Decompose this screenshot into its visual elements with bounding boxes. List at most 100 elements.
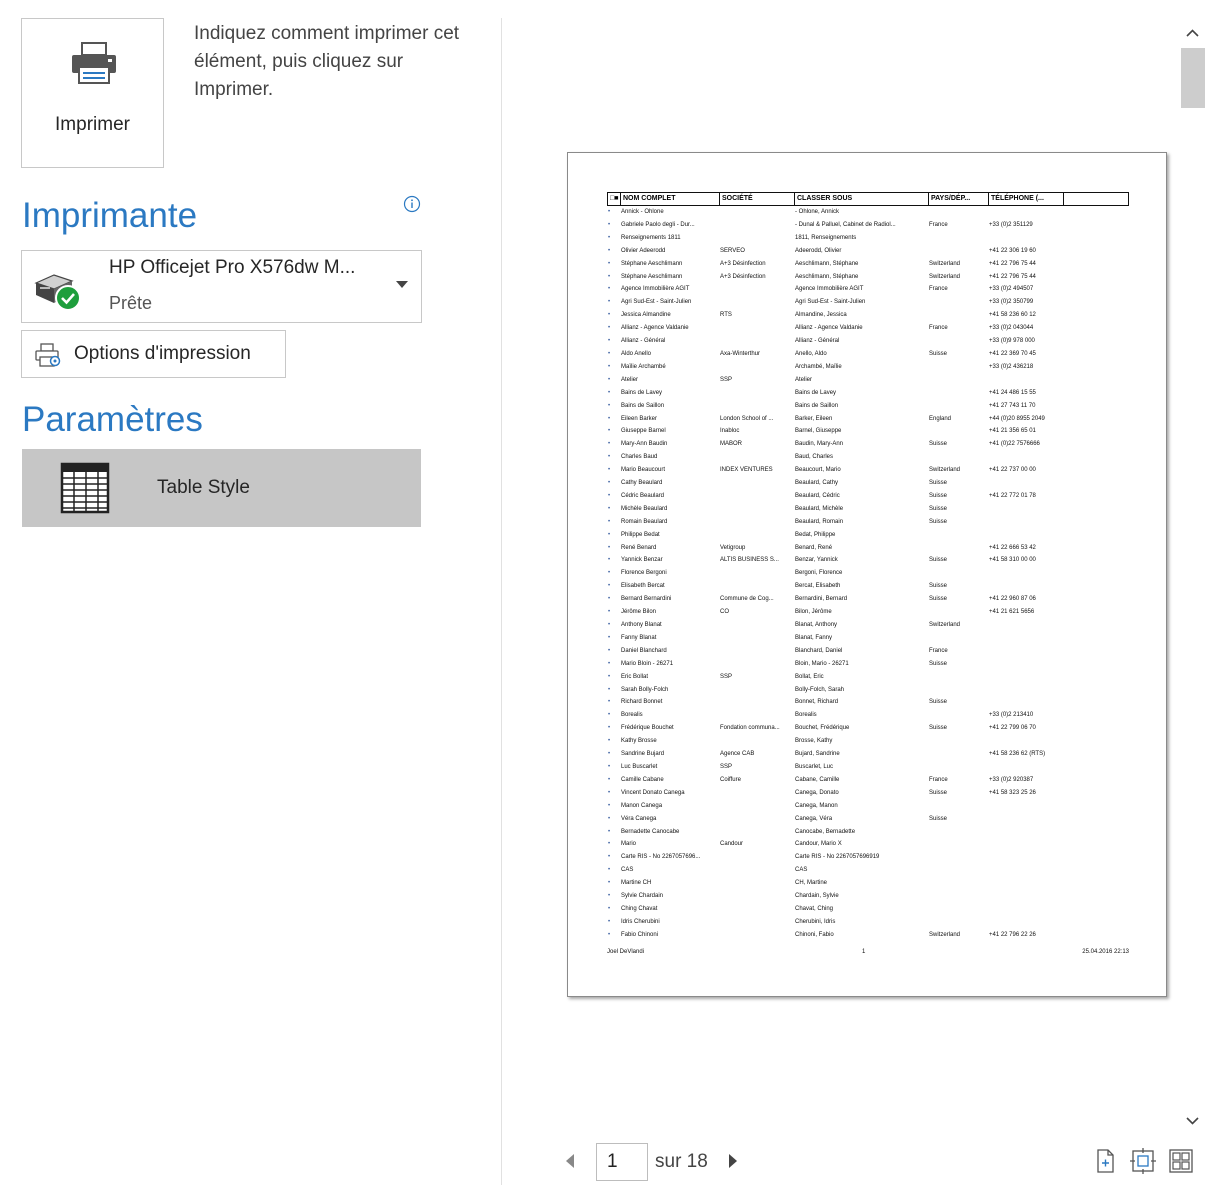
contact-marker-icon: • bbox=[608, 415, 611, 422]
preview-row: • Fabio Chinoni Chinoni, Fabio Switzerland +… bbox=[607, 929, 1129, 942]
cell-name: Carte RIS - No 2267057696... bbox=[621, 854, 701, 861]
contact-marker-icon: • bbox=[608, 531, 611, 538]
cell-file-as: Agri Sud-Est - Saint-Julien bbox=[795, 299, 866, 306]
cell-name: Anthony Blanat bbox=[621, 622, 662, 628]
preview-row: • Sarah Bolly-Folch Bolly-Folch, Sarah bbox=[607, 684, 1129, 697]
cell-file-as: Adeerodd, Olivier bbox=[795, 247, 842, 254]
cell-country: France bbox=[929, 776, 948, 783]
table-style-label: Table Style bbox=[157, 477, 250, 498]
cell-phone: +41 58 323 25 26 bbox=[989, 789, 1036, 796]
cell-phone: +41 27 743 11 70 bbox=[989, 402, 1036, 409]
multiple-pages-icon[interactable] bbox=[1168, 1148, 1194, 1174]
cell-file-as: Chinoni, Fabio bbox=[795, 931, 834, 938]
contact-marker-icon: • bbox=[608, 893, 611, 900]
cell-file-as: Bergoni, Florence bbox=[795, 570, 843, 577]
cell-file-as: Bedat, Philippe bbox=[795, 531, 836, 538]
preview-row: • Romain Beaulard Beaulard, Romain Suisse bbox=[607, 516, 1129, 529]
cell-phone: +41 22 796 22 26 bbox=[989, 931, 1036, 938]
cell-name: Charles Baud bbox=[621, 454, 658, 461]
print-options-button[interactable]: Options d'impression bbox=[21, 330, 286, 378]
preview-row: • Allianz - Agence Valdanie Allianz - Agen… bbox=[607, 322, 1129, 335]
cell-file-as: Barker, Eileen bbox=[795, 415, 833, 422]
page-number-input[interactable] bbox=[596, 1143, 648, 1181]
cell-country: France bbox=[929, 647, 948, 654]
header-col-phone: TÉLÉPHONE (... bbox=[988, 193, 1064, 205]
footer-author: Joel DeVlandi bbox=[607, 949, 645, 955]
cell-name: Fabio Chinoni bbox=[621, 931, 659, 938]
cell-file-as: Anello, Aldo bbox=[795, 350, 827, 357]
cell-company: INDEX VENTURES bbox=[720, 467, 773, 474]
cell-phone: +41 (0)22 7576666 bbox=[989, 441, 1040, 448]
cell-company: MABOR bbox=[720, 441, 743, 448]
cell-country: France bbox=[929, 325, 948, 332]
contact-marker-icon: • bbox=[608, 557, 611, 564]
cell-phone: +41 22 796 75 44 bbox=[989, 260, 1036, 267]
actual-size-icon[interactable] bbox=[1092, 1148, 1118, 1174]
printer-status: Prête bbox=[109, 293, 153, 313]
preview-row: • Allianz - Général Allianz - Général +33 (… bbox=[607, 335, 1129, 348]
cell-name: Stéphane Aeschlimann bbox=[621, 273, 683, 280]
preview-row: • Borealis Borealis +33 (0)2 213410 bbox=[607, 709, 1129, 722]
header-col-company: SOCIÉTÉ bbox=[719, 193, 794, 205]
previous-page-icon[interactable] bbox=[566, 1154, 574, 1168]
contact-marker-icon: • bbox=[608, 570, 611, 577]
cell-company: Fondation communa... bbox=[720, 725, 780, 732]
cell-company: Candour bbox=[720, 841, 744, 848]
info-icon[interactable] bbox=[403, 195, 421, 213]
cell-phone: +41 22 306 19 60 bbox=[989, 247, 1036, 254]
cell-name: Mario Beaucourt bbox=[621, 467, 666, 474]
scroll-up-icon[interactable] bbox=[1177, 18, 1208, 48]
scroll-thumb[interactable] bbox=[1181, 48, 1205, 108]
contact-marker-icon: • bbox=[608, 609, 611, 616]
print-button-label: Imprimer bbox=[55, 114, 130, 135]
cell-file-as: 1811, Renseignements bbox=[795, 234, 857, 241]
cell-name: Allianz - Général bbox=[621, 338, 666, 345]
cell-file-as: Baudin, Mary-Ann bbox=[795, 441, 844, 448]
cell-country: Switzerland bbox=[929, 260, 961, 267]
preview-row: • Bains de Lavey Bains de Lavey +41 24 486 … bbox=[607, 387, 1129, 400]
cell-file-as: Bloin, Mario - 26271 bbox=[795, 660, 849, 667]
cell-file-as: Chavat, Ching bbox=[795, 905, 834, 912]
preview-row: • Giuseppe Barnel Inabloc Barnel, Giuseppe +… bbox=[607, 425, 1129, 438]
cell-name: Bernard Bernardini bbox=[621, 596, 672, 603]
cell-country: Suisse bbox=[929, 350, 948, 357]
next-page-icon[interactable] bbox=[729, 1154, 737, 1168]
header-col-file-as: CLASSER SOUS bbox=[794, 193, 928, 205]
scroll-down-icon[interactable] bbox=[1177, 1106, 1208, 1136]
preview-scrollbar[interactable] bbox=[1177, 18, 1208, 1136]
contact-marker-icon: • bbox=[608, 622, 611, 628]
print-button[interactable]: Imprimer bbox=[21, 18, 164, 168]
cell-file-as: Baud, Charles bbox=[795, 454, 834, 461]
cell-phone: +33 (0)2 350799 bbox=[989, 299, 1034, 306]
preview-row: • Sandrine Bujard Agence CAB Bujard, Sandri… bbox=[607, 748, 1129, 761]
cell-phone: +41 22 369 70 45 bbox=[989, 350, 1036, 357]
cell-phone: +33 (0)2 920387 bbox=[989, 776, 1034, 783]
contact-marker-icon: • bbox=[608, 918, 611, 925]
printer-section-title: Imprimante bbox=[22, 196, 198, 235]
fit-page-icon[interactable] bbox=[1130, 1148, 1156, 1174]
contact-marker-icon: • bbox=[608, 815, 611, 822]
cell-phone: +33 (0)2 436218 bbox=[989, 363, 1034, 370]
preview-row: • Eric Bollat SSP Bollat, Eric bbox=[607, 671, 1129, 684]
cell-file-as: Canega, Manon bbox=[795, 802, 838, 809]
cell-company: Commune de Cog... bbox=[720, 596, 774, 603]
preview-row: • Carte RIS - No 2267057696... Carte RIS -… bbox=[607, 851, 1129, 864]
printer-dropdown[interactable]: HP Officejet Pro X576dw M... Prête bbox=[21, 250, 422, 323]
cell-name: Vincent Donato Canega bbox=[621, 789, 685, 796]
cell-name: Véra Canega bbox=[621, 815, 657, 822]
cell-name: Maïlie Archambé bbox=[621, 363, 666, 370]
cell-file-as: Bercat, Elisabeth bbox=[795, 583, 841, 590]
preview-row: • Frédérique Bouchet Fondation communa... B… bbox=[607, 722, 1129, 735]
printer-icon bbox=[72, 42, 116, 84]
cell-name: Martine CH bbox=[621, 880, 652, 887]
contact-marker-icon: • bbox=[608, 480, 611, 487]
contact-marker-icon: • bbox=[608, 325, 611, 332]
cell-company: ALTIS BUSINESS S... bbox=[720, 557, 779, 564]
cell-company: Inabloc bbox=[720, 428, 740, 435]
cell-name: Aldo Anello bbox=[621, 350, 652, 357]
print-instructions: Indiquez comment imprimer cet élément, p… bbox=[194, 23, 460, 100]
table-style-option[interactable]: Table Style bbox=[22, 449, 421, 527]
cell-name: Mario bbox=[621, 841, 637, 848]
cell-name: Michèle Beaulard bbox=[621, 505, 668, 512]
cell-company: SSP bbox=[720, 763, 733, 770]
